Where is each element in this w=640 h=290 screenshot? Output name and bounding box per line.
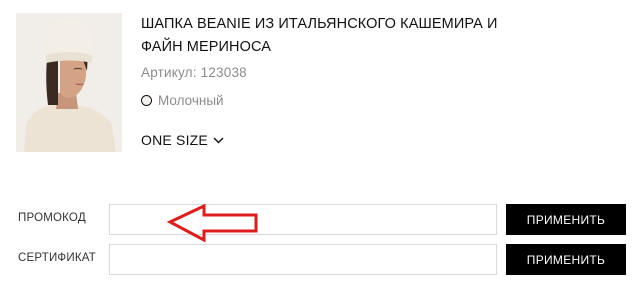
product-title-line-2: ФАЙН МЕРИНОСА bbox=[141, 39, 272, 55]
product-sku: Артикул: 123038 bbox=[141, 65, 247, 80]
color-swatch-icon bbox=[141, 94, 152, 106]
color-label: Молочный bbox=[158, 92, 224, 108]
certificate-label: СЕРТИФИКАТ bbox=[18, 252, 96, 264]
apply-promo-button[interactable]: ПРИМЕНИТЬ bbox=[506, 204, 626, 235]
color-info: Молочный bbox=[141, 92, 224, 108]
chevron-down-icon bbox=[213, 137, 224, 143]
size-value: ONE SIZE bbox=[141, 132, 208, 148]
size-dropdown[interactable]: ONE SIZE bbox=[141, 131, 224, 149]
apply-certificate-button[interactable]: ПРИМЕНИТЬ bbox=[506, 244, 626, 275]
product-image[interactable] bbox=[16, 13, 122, 152]
certificate-input[interactable] bbox=[109, 244, 497, 275]
product-title[interactable]: ШАПКА BEANIE ИЗ ИТАЛЬЯНСКОГО КАШЕМИРА И … bbox=[141, 13, 521, 59]
promo-code-label: ПРОМОКОД bbox=[18, 212, 86, 224]
arrow-left-icon bbox=[166, 204, 258, 243]
product-title-line-1: ШАПКА BEANIE ИЗ ИТАЛЬЯНСКОГО КАШЕМИРА И bbox=[141, 16, 498, 32]
